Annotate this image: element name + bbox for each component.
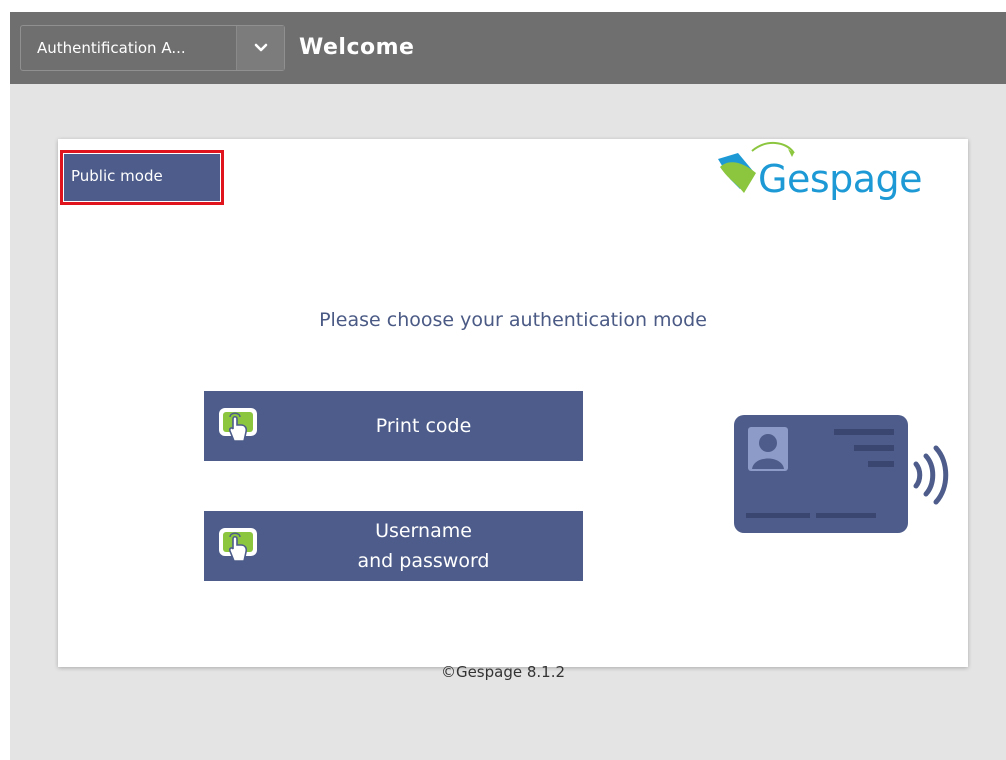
public-mode-button[interactable]: Public mode [60, 150, 224, 205]
authentication-mode-select-value: Authentification A... [37, 39, 186, 57]
app-screen: Authentification A... Welcome Public mod… [10, 12, 1006, 760]
print-code-label: Print code [375, 415, 472, 437]
authentication-prompt: Please choose your authentication mode [319, 309, 707, 331]
username-password-label: Username and password [357, 520, 490, 572]
public-mode-label: Public mode [64, 154, 220, 201]
login-card: Public mode Gespage Please choose your a… [58, 139, 968, 667]
print-code-button[interactable]: Print code [204, 391, 583, 461]
logo-text: Gespage [758, 157, 923, 201]
contactless-badge-icon [728, 409, 968, 543]
touch-hand-icon [218, 527, 258, 569]
touch-hand-icon [218, 407, 258, 449]
authentication-mode-select[interactable]: Authentification A... [20, 25, 285, 71]
gespage-logo: Gespage [708, 139, 958, 229]
copyright-footer: ©Gespage 8.1.2 [440, 663, 566, 681]
username-password-button[interactable]: Username and password [204, 511, 583, 581]
top-bar: Authentification A... Welcome [10, 12, 1006, 84]
page-title: Welcome [299, 35, 415, 60]
chevron-down-icon[interactable] [236, 26, 284, 70]
